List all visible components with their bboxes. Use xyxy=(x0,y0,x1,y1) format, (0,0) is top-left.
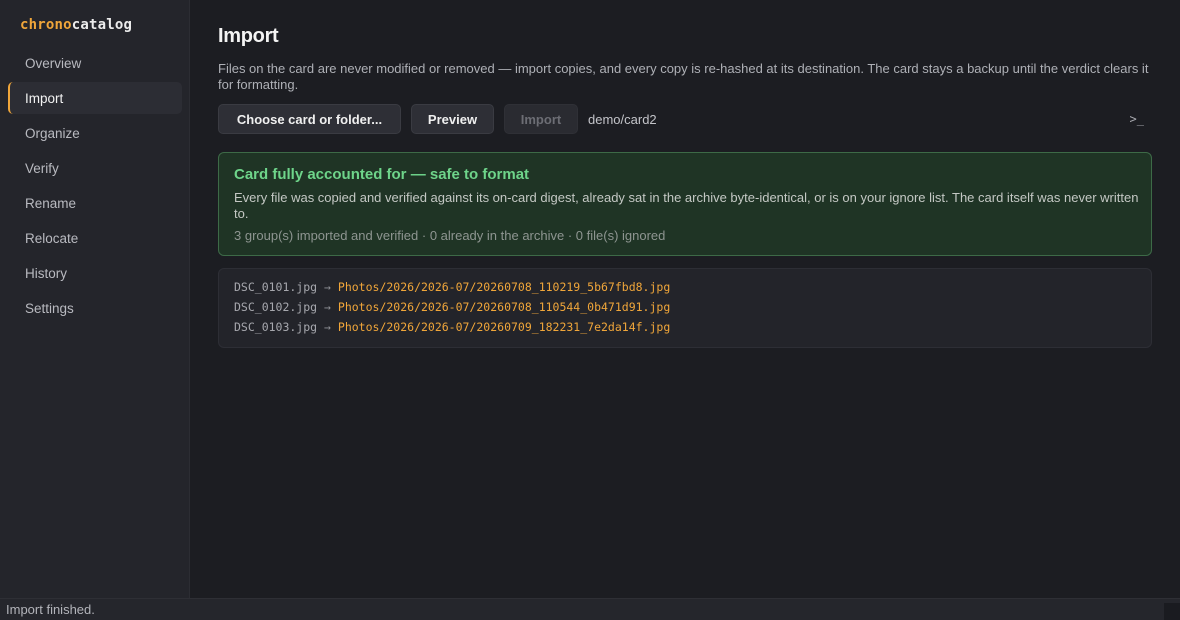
log-destination: Photos/2026/2026-07/20260709_182231_7e2d… xyxy=(337,320,671,334)
log-row: DSC_0102.jpg → Photos/2026/2026-07/20260… xyxy=(234,300,1151,320)
verdict-summary: 3 group(s) imported and verified · 0 alr… xyxy=(234,228,666,243)
page-description: Files on the card are never modified or … xyxy=(218,61,1149,92)
sidebar-nav: Overview Import Organize Verify Rename R… xyxy=(8,47,182,327)
status-text: Import finished. xyxy=(6,602,95,617)
import-button[interactable]: Import xyxy=(504,104,578,134)
log-destination: Photos/2026/2026-07/20260708_110219_5b67… xyxy=(337,280,671,294)
verdict-body: Every file was copied and verified again… xyxy=(234,190,1139,221)
selected-path: demo/card2 xyxy=(588,112,657,127)
brand-part-chrono: chrono xyxy=(20,17,72,33)
import-log: DSC_0101.jpg → Photos/2026/2026-07/20260… xyxy=(218,268,1152,348)
app-brand: chronocatalog xyxy=(20,17,132,33)
sidebar-item-organize[interactable]: Organize xyxy=(8,117,182,149)
log-source: DSC_0102.jpg xyxy=(234,300,318,314)
log-row: DSC_0103.jpg → Photos/2026/2026-07/20260… xyxy=(234,320,1151,340)
sidebar-item-rename[interactable]: Rename xyxy=(8,187,182,219)
terminal-icon[interactable]: >_ xyxy=(1130,112,1144,126)
log-destination: Photos/2026/2026-07/20260708_110544_0b47… xyxy=(337,300,671,314)
verdict-title: Card fully accounted for — safe to forma… xyxy=(234,166,530,183)
sidebar: chronocatalog Overview Import Organize V… xyxy=(0,0,190,598)
log-source: DSC_0101.jpg xyxy=(234,280,318,294)
arrow-icon: → xyxy=(324,300,331,314)
resize-grip-icon[interactable] xyxy=(1164,603,1180,620)
arrow-icon: → xyxy=(324,320,331,334)
choose-card-button[interactable]: Choose card or folder... xyxy=(218,104,401,134)
sidebar-item-verify[interactable]: Verify xyxy=(8,152,182,184)
log-source: DSC_0103.jpg xyxy=(234,320,318,334)
brand-part-catalog: catalog xyxy=(71,17,133,33)
import-toolbar: Choose card or folder... Preview Import … xyxy=(218,104,1152,134)
verdict-panel: Card fully accounted for — safe to forma… xyxy=(218,152,1152,256)
sidebar-item-import[interactable]: Import xyxy=(8,82,182,114)
sidebar-item-settings[interactable]: Settings xyxy=(8,292,182,324)
sidebar-item-history[interactable]: History xyxy=(8,257,182,289)
log-row: DSC_0101.jpg → Photos/2026/2026-07/20260… xyxy=(234,280,1151,300)
sidebar-item-overview[interactable]: Overview xyxy=(8,47,182,79)
status-bar: Import finished. xyxy=(0,598,1180,620)
arrow-icon: → xyxy=(324,280,331,294)
preview-button[interactable]: Preview xyxy=(411,104,494,134)
page-title: Import xyxy=(218,25,279,47)
sidebar-item-relocate[interactable]: Relocate xyxy=(8,222,182,254)
